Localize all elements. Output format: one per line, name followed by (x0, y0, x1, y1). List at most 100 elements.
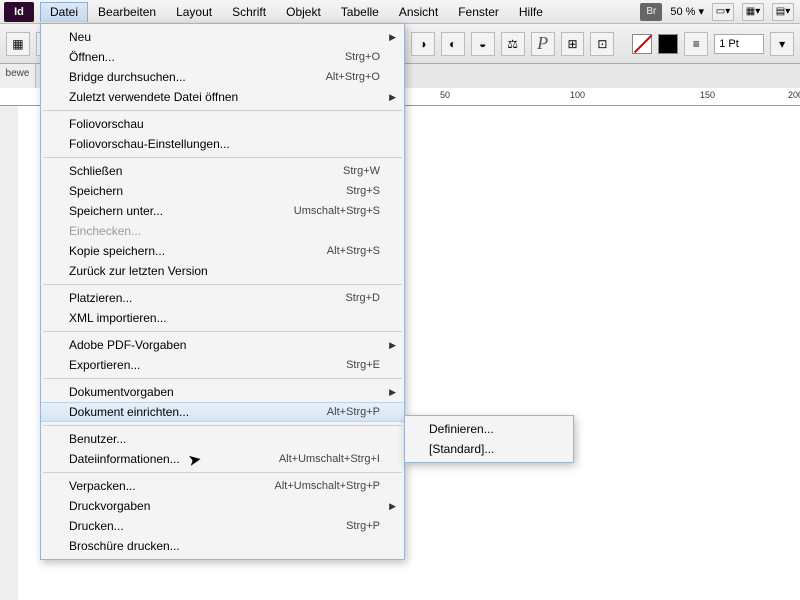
menu-shortcut: Umschalt+Strg+S (294, 205, 380, 217)
menu-shortcut: Strg+E (346, 359, 380, 371)
menu-item-label: Öffnen... (69, 50, 115, 64)
menu-separator (43, 157, 402, 158)
menu-item-label: Benutzer... (69, 432, 126, 446)
menu-item[interactable]: Zuletzt verwendete Datei öffnen ▶ (41, 87, 404, 107)
menu-item-label: Neu (69, 30, 91, 44)
menu-item-label: Dateiinformationen... (69, 452, 180, 466)
menu-item-label: Bridge durchsuchen... (69, 70, 186, 84)
menu-item[interactable]: Adobe PDF-Vorgaben▶ (41, 335, 404, 355)
menu-shortcut: Strg+O (345, 51, 380, 63)
menu-schrift[interactable]: Schrift (222, 2, 276, 22)
menu-separator (43, 110, 402, 111)
menu-hilfe[interactable]: Hilfe (509, 2, 553, 22)
submenu-arrow-icon: ▶ (389, 32, 396, 43)
menu-item[interactable]: Verpacken...Alt+Umschalt+Strg+P (41, 476, 404, 496)
menu-item-label: XML importieren... (69, 311, 167, 325)
app-icon: Id (4, 2, 34, 22)
screen-mode-icon[interactable]: ▭▾ (712, 3, 734, 21)
menu-fenster[interactable]: Fenster (448, 2, 509, 22)
submenu-item[interactable]: [Standard]... (405, 439, 573, 459)
pathfinder-icon[interactable]: ◒ (471, 32, 495, 56)
menu-item[interactable]: Dokumentvorgaben ▶ (41, 382, 404, 402)
menu-layout[interactable]: Layout (166, 2, 222, 22)
menu-item[interactable]: Foliovorschau (41, 114, 404, 134)
submenu-arrow-icon: ▶ (389, 501, 396, 512)
fill-black-icon[interactable] (658, 34, 678, 54)
stroke-weight-value: 1 Pt (719, 38, 739, 50)
menu-objekt[interactable]: Objekt (276, 2, 331, 22)
bridge-icon[interactable]: Br (640, 3, 662, 21)
arrange-icon[interactable]: ▦▾ (742, 3, 764, 21)
tool-icon[interactable]: ▦ (6, 32, 30, 56)
menu-item-label: Verpacken... (69, 479, 136, 493)
menu-shortcut: Alt+Strg+P (327, 406, 380, 418)
menu-shortcut: Strg+W (343, 165, 380, 177)
menu-item[interactable]: Kopie speichern... Alt+Strg+S (41, 241, 404, 261)
file-menu-dropdown: Neu ▶ Öffnen... Strg+O Bridge durchsuchen...… (40, 23, 405, 560)
view-options-icon[interactable]: ▤▾ (772, 3, 794, 21)
menu-item[interactable]: XML importieren... (41, 308, 404, 328)
menu-item[interactable]: Dateiinformationen... Alt+Umschalt+Strg+I (41, 449, 404, 469)
stroke-weight-input[interactable]: 1 Pt (714, 34, 764, 54)
menu-item-label: Dokumentvorgaben (69, 385, 174, 399)
menu-item-label: Zuletzt verwendete Datei öffnen (69, 90, 238, 104)
menu-item[interactable]: Benutzer... (41, 429, 404, 449)
chevron-down-icon: ▾ (698, 5, 704, 18)
document-presets-submenu: Definieren...[Standard]... (404, 415, 574, 463)
menu-item-label: Speichern unter... (69, 204, 163, 218)
menu-shortcut: Strg+D (345, 292, 380, 304)
misc-icon[interactable]: ⊡ (590, 32, 614, 56)
menu-item[interactable]: Dokument einrichten...Alt+Strg+P (41, 402, 404, 422)
ruler-mark: 200 (788, 90, 800, 100)
menu-datei[interactable]: Datei (40, 2, 88, 22)
pathfinder-icon[interactable]: ◑ (411, 32, 435, 56)
stroke-dropdown-icon[interactable]: ▾ (770, 32, 794, 56)
menu-item-label: Druckvorgaben (69, 499, 150, 513)
menu-item-label: Foliovorschau-Einstellungen... (69, 137, 230, 151)
misc-icon[interactable]: ⊞ (561, 32, 585, 56)
menu-item[interactable]: Bridge durchsuchen...Alt+Strg+O (41, 67, 404, 87)
ruler-mark: 100 (570, 90, 585, 100)
menu-item-label: Schließen (69, 164, 122, 178)
ruler-mark: 150 (700, 90, 715, 100)
balance-icon[interactable]: ⚖ (501, 32, 525, 56)
menu-item-label: Drucken... (69, 519, 124, 533)
menu-item[interactable]: Neu ▶ (41, 27, 404, 47)
zoom-level[interactable]: 50 %▾ (670, 5, 704, 18)
fill-none-icon[interactable] (632, 34, 652, 54)
stroke-style-icon[interactable]: ≡ (684, 32, 708, 56)
menu-tabelle[interactable]: Tabelle (331, 2, 389, 22)
submenu-arrow-icon: ▶ (389, 387, 396, 398)
menu-separator (43, 284, 402, 285)
menu-item[interactable]: Druckvorgaben ▶ (41, 496, 404, 516)
menu-item[interactable]: Foliovorschau-Einstellungen... (41, 134, 404, 154)
menu-shortcut: Strg+P (346, 520, 380, 532)
submenu-item[interactable]: Definieren... (405, 419, 573, 439)
menu-separator (43, 331, 402, 332)
menu-item[interactable]: Speichern unter... Umschalt+Strg+S (41, 201, 404, 221)
menu-item[interactable]: SpeichernStrg+S (41, 181, 404, 201)
menu-item-label: Platzieren... (69, 291, 132, 305)
menubar-right: Br 50 %▾ ▭▾ ▦▾ ▤▾ (640, 3, 800, 21)
pathfinder-icon[interactable]: ◐ (441, 32, 465, 56)
menu-ansicht[interactable]: Ansicht (389, 2, 448, 22)
menu-item[interactable]: Exportieren...Strg+E (41, 355, 404, 375)
menu-item[interactable]: Schließen Strg+W (41, 161, 404, 181)
zoom-value: 50 % (670, 6, 695, 18)
menu-item[interactable]: Öffnen... Strg+O (41, 47, 404, 67)
menu-shortcut: Alt+Strg+S (327, 245, 380, 257)
menu-item-label: Broschüre drucken... (69, 539, 180, 553)
menu-item: Einchecken... (41, 221, 404, 241)
menu-shortcut: Alt+Umschalt+Strg+I (279, 453, 380, 465)
menu-item[interactable]: Zurück zur letzten Version (41, 261, 404, 281)
menu-item[interactable]: Broschüre drucken... (41, 536, 404, 556)
menu-bearbeiten[interactable]: Bearbeiten (88, 2, 166, 22)
menu-item-label: Adobe PDF-Vorgaben (69, 338, 186, 352)
menu-item-label: Kopie speichern... (69, 244, 165, 258)
menubar: Id DateiBearbeitenLayoutSchriftObjektTab… (0, 0, 800, 24)
menu-separator (43, 472, 402, 473)
menu-item[interactable]: Drucken... Strg+P (41, 516, 404, 536)
paragraph-icon[interactable]: P (531, 32, 555, 56)
submenu-arrow-icon: ▶ (389, 92, 396, 103)
menu-item[interactable]: Platzieren... Strg+D (41, 288, 404, 308)
